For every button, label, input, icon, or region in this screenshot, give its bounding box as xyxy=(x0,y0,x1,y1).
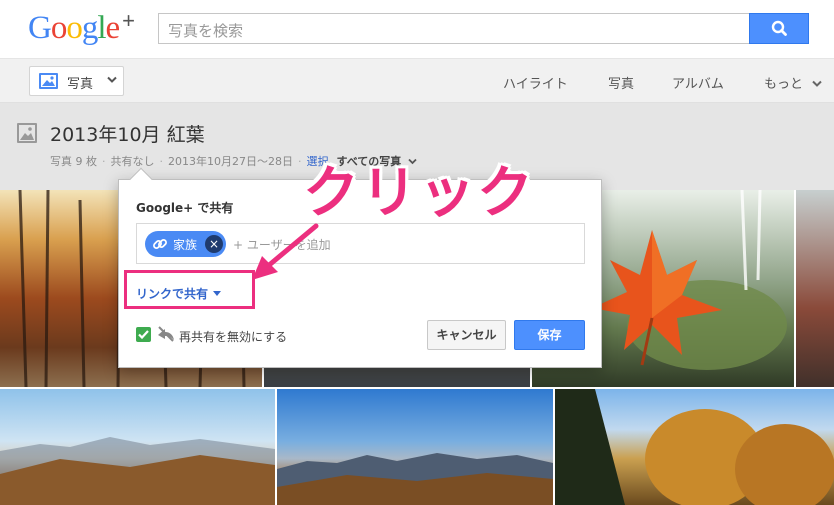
logo-letter: o xyxy=(50,10,67,46)
nav-albums[interactable]: アルバム xyxy=(672,73,724,92)
photos-menu-label: 写真 xyxy=(67,77,94,92)
sharing-status: 共有なし xyxy=(110,155,155,168)
photo-thumbnail-mountains-2[interactable] xyxy=(277,389,553,505)
remove-chip-icon[interactable]: × xyxy=(205,235,223,253)
logo-letter: g xyxy=(81,10,98,46)
logo-wordmark: Google xyxy=(28,10,121,46)
photos-menu-button[interactable]: 写真 xyxy=(29,66,124,96)
annotation-highlight-box xyxy=(124,270,255,309)
share-dialog-title: Google+ で共有 xyxy=(136,201,234,215)
google-plus-photos-page: Google + 写真を検索 写真 ハイライト 写真 アルバム もっと 2013… xyxy=(0,0,834,505)
search-icon xyxy=(771,20,787,36)
search-button[interactable] xyxy=(749,13,809,44)
photo-thumbnail-mountains-1[interactable] xyxy=(0,389,275,505)
photo-thumbnail-partial[interactable] xyxy=(796,190,834,387)
chevron-down-icon xyxy=(812,80,822,87)
nav-highlights[interactable]: ハイライト xyxy=(503,73,568,92)
google-plus-logo[interactable]: Google + xyxy=(28,8,135,47)
checkmark-icon xyxy=(138,330,149,340)
no-reshare-icon xyxy=(158,326,174,342)
disable-reshare-checkbox[interactable] xyxy=(136,327,151,342)
photo-count: 写真 9 枚 xyxy=(50,155,97,168)
picture-icon xyxy=(39,73,58,89)
nav-more-label: もっと xyxy=(764,77,804,92)
mountain-range-drawing xyxy=(0,437,275,505)
recipient-chip-family[interactable]: 家族 × xyxy=(145,231,226,257)
link-icon xyxy=(153,239,167,249)
recipient-chip-label: 家族 xyxy=(173,238,198,252)
top-bar: Google + 写真を検索 xyxy=(0,0,834,58)
logo-letter: G xyxy=(28,10,52,46)
chevron-down-icon xyxy=(107,76,117,83)
mountain-range-drawing xyxy=(277,453,553,505)
logo-letter: o xyxy=(66,10,82,46)
trees-drawing xyxy=(555,389,834,505)
logo-letter: e xyxy=(105,10,121,46)
annotation-callout-text: クリック xyxy=(303,161,535,226)
search-input[interactable]: 写真を検索 xyxy=(158,13,750,44)
share-recipients-field[interactable]: 家族 × + ユーザーを追加 xyxy=(136,223,585,264)
logo-plus: + xyxy=(122,8,135,33)
album-title: 2013年10月 紅葉 xyxy=(50,124,205,146)
navigation-bar: 写真 ハイライト 写真 アルバム もっと xyxy=(0,58,834,103)
date-range: 2013年10月27日～28日 xyxy=(168,155,293,168)
save-button[interactable]: 保存 xyxy=(514,320,585,350)
nav-more[interactable]: もっと xyxy=(764,73,822,92)
album-icon xyxy=(17,123,37,143)
nav-photos[interactable]: 写真 xyxy=(608,73,634,92)
add-user-input[interactable]: + ユーザーを追加 xyxy=(233,236,331,253)
disable-reshare-label: 再共有を無効にする xyxy=(179,330,288,344)
photo-thumbnail-autumn-trees[interactable] xyxy=(555,389,834,505)
logo-letter: l xyxy=(97,10,106,46)
cancel-button[interactable]: キャンセル xyxy=(427,320,506,350)
